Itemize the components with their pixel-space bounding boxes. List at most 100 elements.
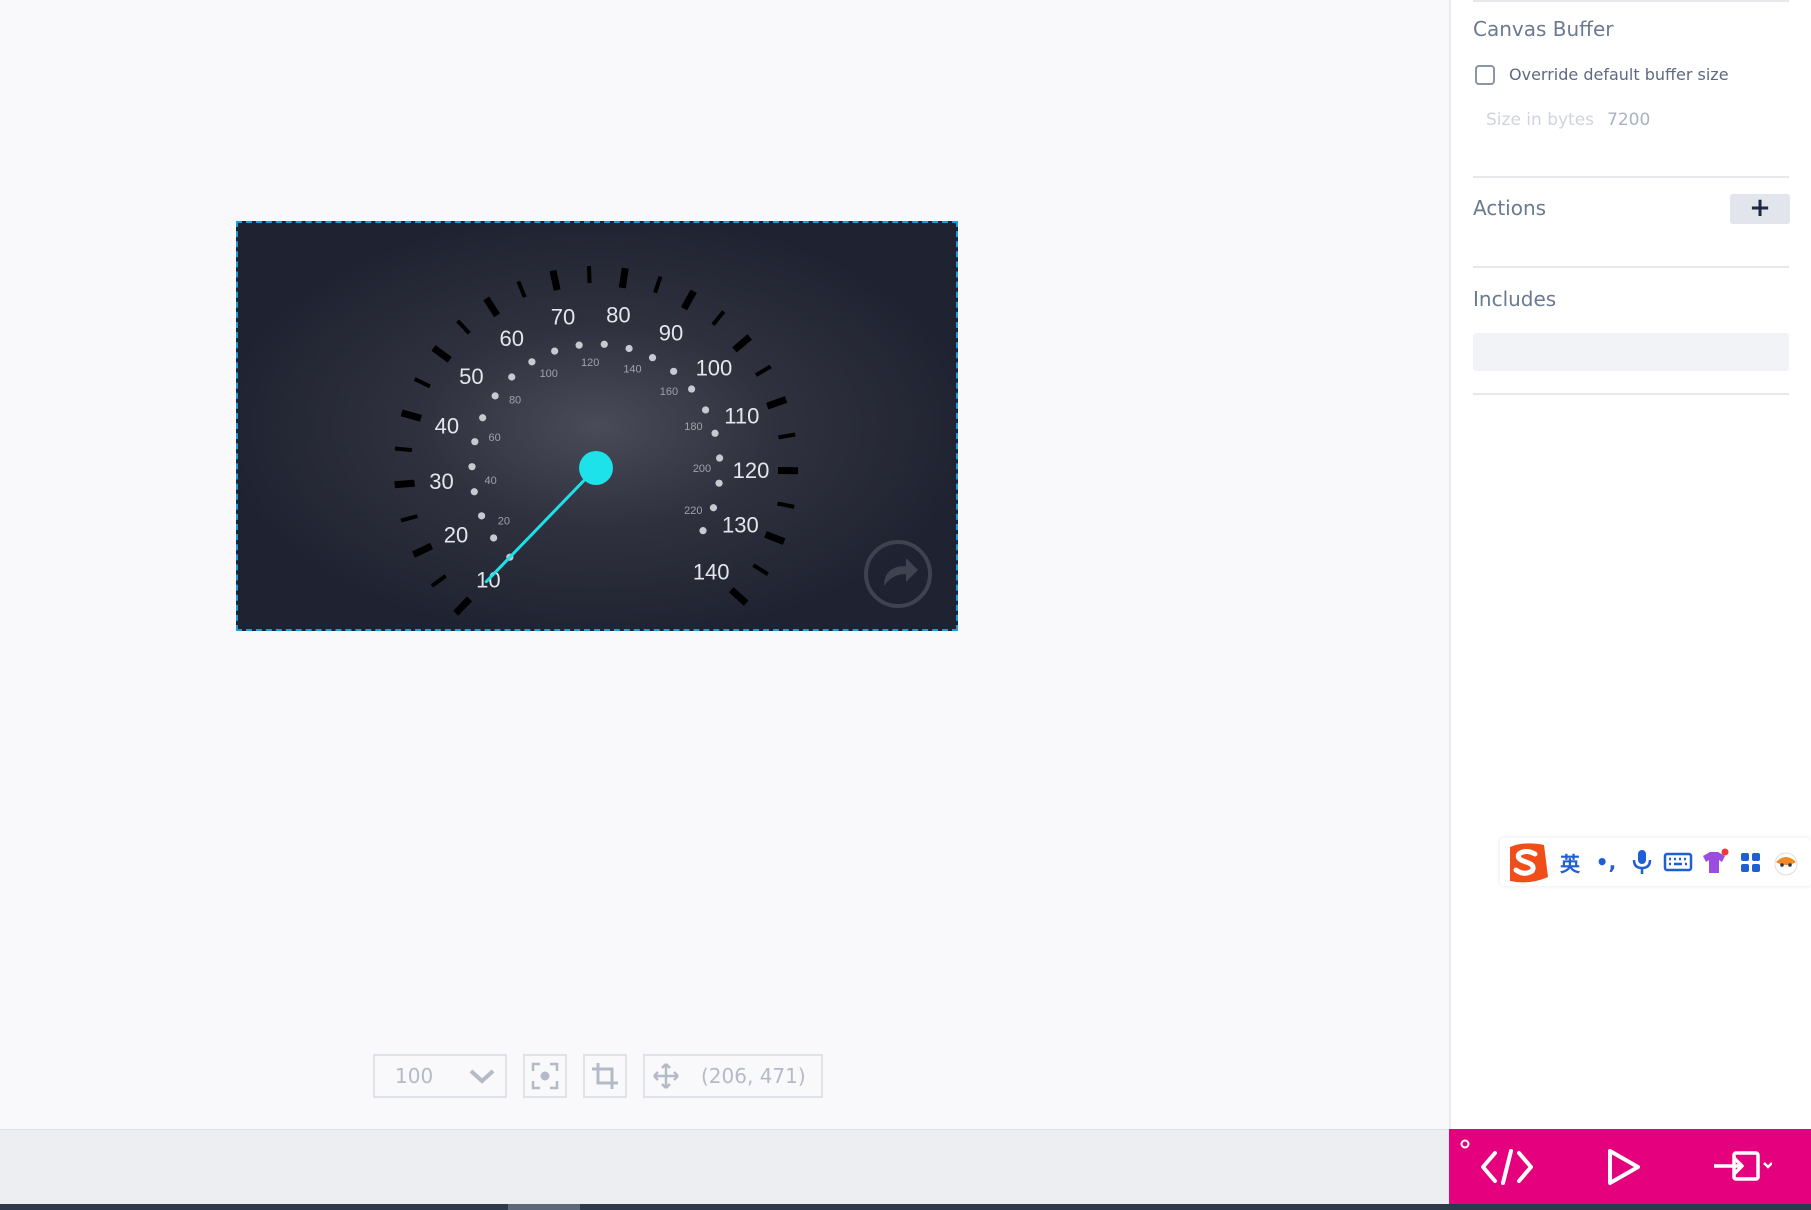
includes-title: Includes <box>1473 287 1557 311</box>
outer-tick-label: 50 <box>459 364 483 389</box>
major-tick <box>680 289 697 311</box>
status-dot-icon <box>1460 1139 1470 1149</box>
mascot-icon[interactable] <box>1770 848 1802 876</box>
add-action-button[interactable]: + <box>1730 194 1790 224</box>
inner-tick-label: 60 <box>488 432 500 444</box>
speedometer-widget[interactable]: 10 20 30 40 50 60 70 80 90 100 110 120 130 140 20 40 60 8… <box>236 221 958 631</box>
ime-toolbar[interactable]: 英 •, <box>1500 838 1811 886</box>
minor-tick <box>516 280 527 298</box>
major-tick <box>618 267 629 289</box>
minor-tick <box>456 319 471 335</box>
major-tick <box>732 334 752 353</box>
major-tick <box>764 531 786 545</box>
inner-tick-dot <box>575 341 583 349</box>
outer-tick-label: 70 <box>551 305 575 330</box>
inner-tick-dot <box>699 527 707 535</box>
bottom-panel-strip <box>0 1129 1449 1204</box>
inner-tick-label: 100 <box>540 368 558 380</box>
minor-tick <box>586 266 592 284</box>
inner-tick-dot <box>687 385 696 393</box>
minor-tick <box>413 377 431 389</box>
inner-tick-dot <box>670 367 678 375</box>
action-bar <box>1449 1129 1811 1204</box>
outer-tick-label: 120 <box>733 458 770 483</box>
inner-tick-dot <box>625 344 633 353</box>
major-tick <box>431 345 452 363</box>
crop-icon <box>592 1063 618 1089</box>
outer-tick-label: 30 <box>429 469 453 494</box>
ime-language-toggle[interactable]: 英 <box>1554 848 1586 877</box>
inner-tick-dot <box>600 340 608 348</box>
major-tick <box>412 542 434 558</box>
keyboard-icon[interactable] <box>1662 848 1694 876</box>
shirt-icon[interactable] <box>1698 848 1730 876</box>
minor-tick <box>400 514 418 523</box>
outer-tick-label: 140 <box>693 560 730 585</box>
minor-tick <box>754 364 772 377</box>
inner-tick-dot <box>709 504 718 512</box>
minor-tick <box>778 432 796 440</box>
size-in-bytes-input[interactable]: 7200 <box>1607 110 1650 130</box>
outer-tick-label: 20 <box>444 522 468 547</box>
major-tick <box>400 409 422 422</box>
taskbar-strip <box>0 1204 1811 1210</box>
inner-tick-dot <box>508 373 516 381</box>
minor-tick <box>653 275 663 294</box>
inner-tick-dot <box>491 392 499 400</box>
size-in-bytes-label: Size in bytes <box>1486 110 1595 130</box>
major-tick <box>453 596 473 616</box>
outer-tick-label: 60 <box>500 326 524 351</box>
divider <box>1473 393 1789 395</box>
focus-icon <box>531 1062 559 1090</box>
mic-icon[interactable] <box>1626 848 1658 876</box>
outer-tick-label: 90 <box>659 320 683 345</box>
inner-tick-dot <box>468 463 476 471</box>
zoom-value: 100 <box>395 1064 434 1088</box>
minor-tick <box>777 501 795 509</box>
scroll-thumb[interactable] <box>508 1204 580 1210</box>
inner-tick-label: 80 <box>509 395 521 407</box>
inner-tick-dot <box>648 354 657 362</box>
code-icon[interactable] <box>1481 1147 1533 1187</box>
inner-tick-label: 220 <box>684 505 702 517</box>
ime-punctuation-toggle[interactable]: •, <box>1590 850 1622 874</box>
outer-tick-label: 110 <box>724 403 759 428</box>
zoom-select[interactable]: 100 <box>373 1054 507 1098</box>
override-buffer-label[interactable]: Override default buffer size <box>1509 65 1729 84</box>
includes-input[interactable] <box>1473 333 1789 371</box>
inner-tick-dot <box>701 406 710 414</box>
position-readout[interactable]: (206, 471) <box>643 1054 823 1098</box>
apps-icon[interactable] <box>1734 848 1766 876</box>
export-icon[interactable] <box>1712 1147 1772 1187</box>
inner-tick-label: 20 <box>498 515 510 527</box>
divider <box>1473 266 1789 268</box>
actions-title: Actions <box>1473 196 1547 220</box>
chevron-down-icon <box>469 1069 495 1084</box>
sogou-logo-icon[interactable] <box>1504 839 1550 885</box>
inner-tick-label: 40 <box>485 475 497 487</box>
inner-tick-dot <box>478 512 486 520</box>
major-tick <box>394 479 415 489</box>
crop-button[interactable] <box>583 1054 627 1098</box>
major-tick <box>766 396 788 410</box>
minor-tick <box>752 563 769 576</box>
fit-to-screen-button[interactable] <box>523 1054 567 1098</box>
canvas-buffer-title: Canvas Buffer <box>1473 17 1614 41</box>
speedometer-gauge: 10203040506070 80901001101201301402040608… <box>394 266 932 616</box>
override-buffer-checkbox[interactable] <box>1475 65 1495 85</box>
inner-tick-dot <box>490 534 498 542</box>
play-icon[interactable] <box>1603 1147 1643 1187</box>
rotate-cw-icon <box>864 540 932 608</box>
inner-tick-dot <box>470 488 478 496</box>
inner-tick-label: 120 <box>581 357 599 369</box>
divider <box>1473 176 1789 178</box>
inner-tick-dot <box>471 438 479 446</box>
minor-tick <box>394 446 413 453</box>
design-canvas[interactable]: 10 20 30 40 50 60 70 80 90 100 110 120 130 140 20 40 60 8… <box>0 0 1449 1129</box>
major-tick <box>549 269 561 291</box>
outer-tick-label: 130 <box>722 513 759 538</box>
inner-tick-label: 140 <box>623 363 641 375</box>
outer-tick-label: 100 <box>696 355 733 380</box>
major-tick <box>728 587 749 606</box>
inner-tick-label: 160 <box>660 386 678 398</box>
